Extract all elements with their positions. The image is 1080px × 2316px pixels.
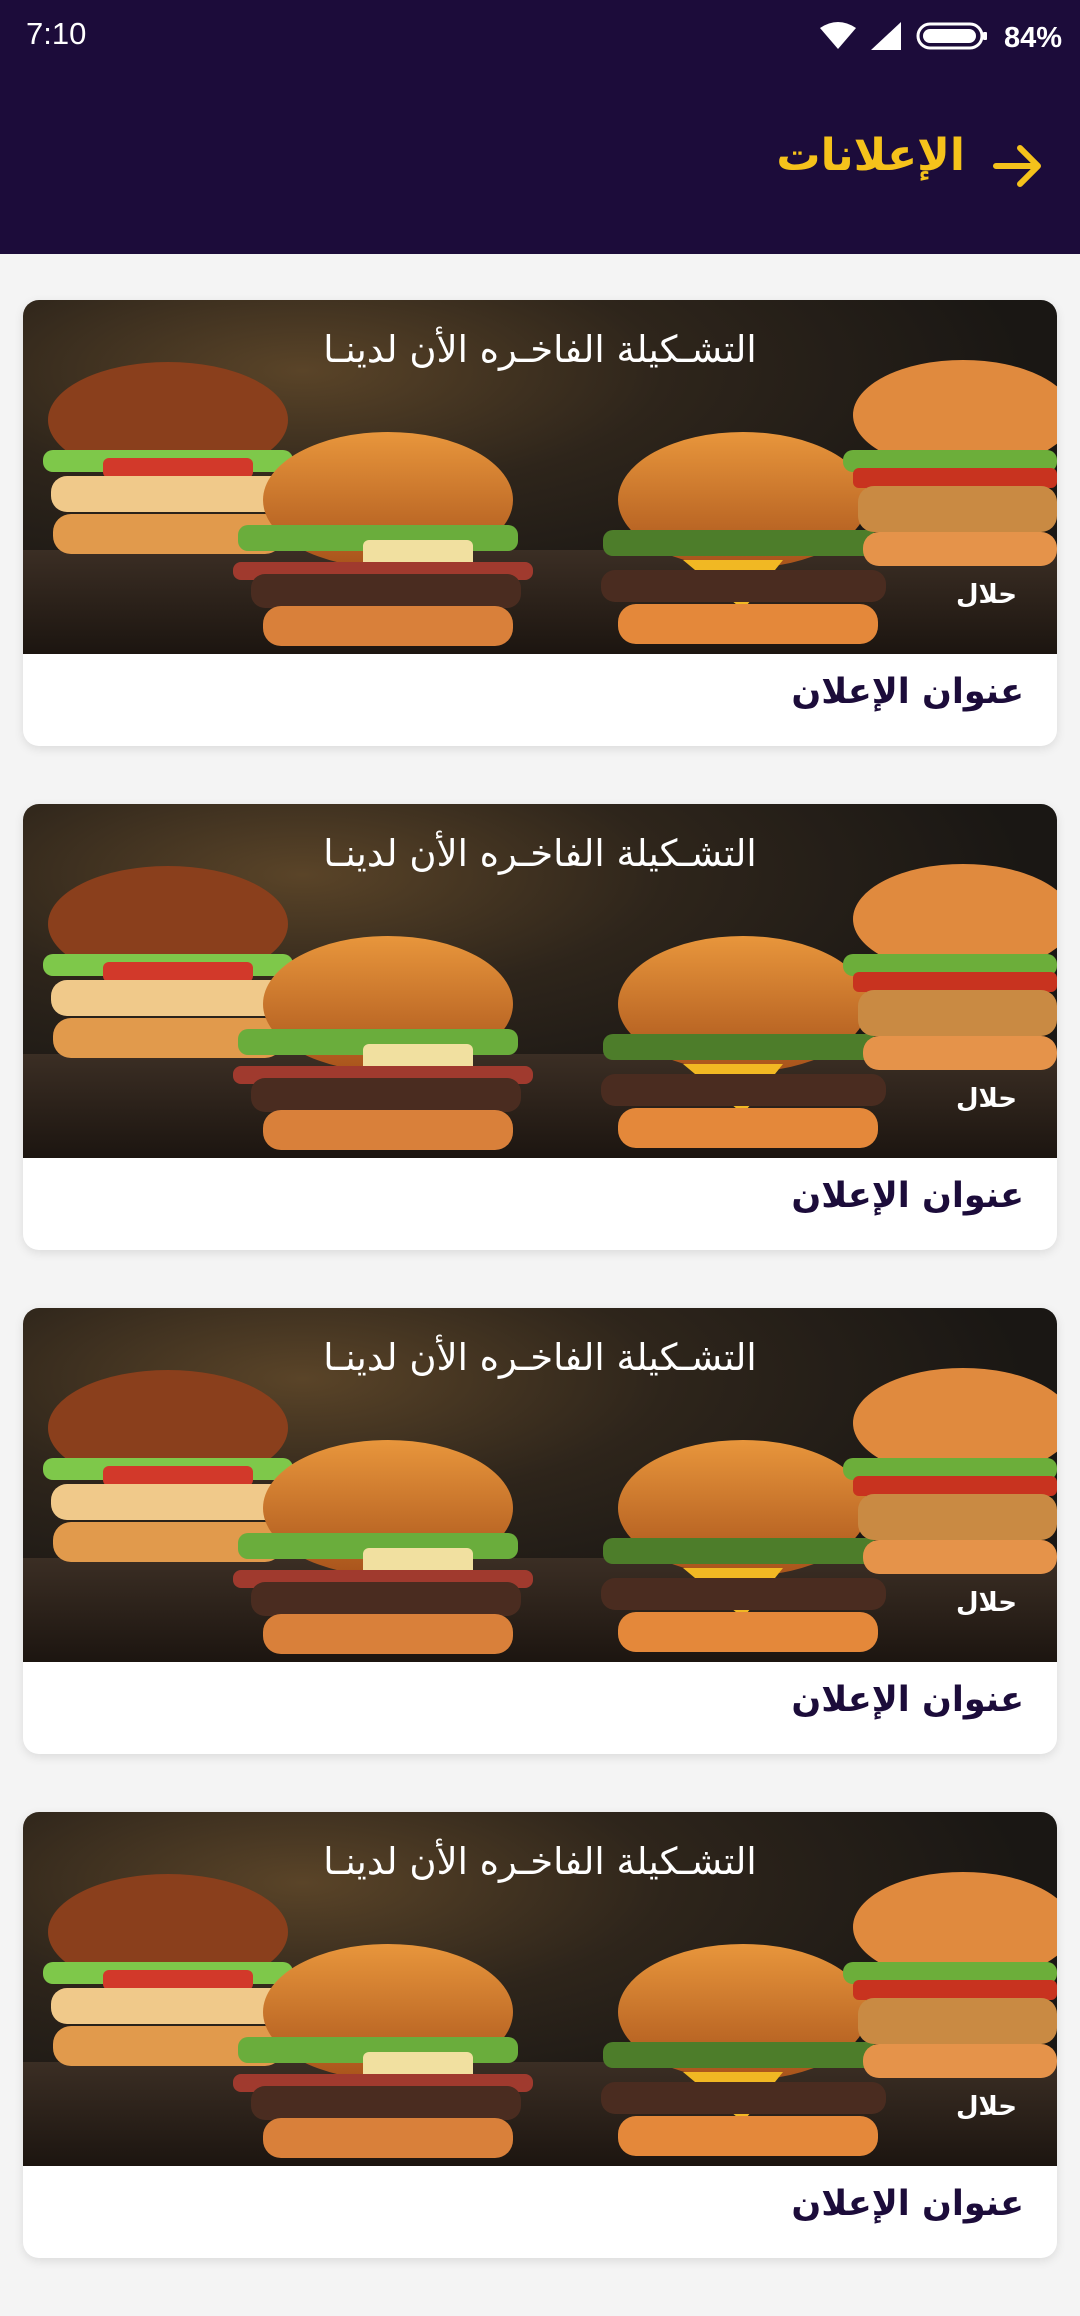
announcement-title: عنوان الإعلان	[791, 1176, 1024, 1216]
announcements-list: التشـكيلة الفاخـره الأن لدينـا حلال عنوا…	[23, 300, 1057, 2316]
halal-badge: حلال	[955, 2092, 1017, 2122]
page-title: الإعلانات	[776, 130, 965, 181]
arrow-right-icon	[993, 145, 1041, 187]
announcement-card[interactable]: التشـكيلة الفاخـره الأن لدينـا حلال عنوا…	[23, 300, 1057, 746]
wifi-icon	[819, 22, 856, 54]
announcement-title: عنوان الإعلان	[791, 1680, 1024, 1720]
announcement-card[interactable]: التشـكيلة الفاخـره الأن لدينـا حلال عنوا…	[23, 804, 1057, 1250]
banner-headline: التشـكيلة الفاخـره الأن لدينـا	[323, 1336, 757, 1379]
status-bar: 7:10 84%	[0, 0, 1080, 74]
banner-headline: التشـكيلة الفاخـره الأن لدينـا	[323, 1840, 757, 1883]
announcement-banner: التشـكيلة الفاخـره الأن لدينـا حلال	[23, 1308, 1057, 1662]
signal-icon	[870, 21, 902, 55]
status-icons: 84%	[819, 18, 1062, 58]
halal-badge: حلال	[955, 1084, 1017, 1114]
banner-headline: التشـكيلة الفاخـره الأن لدينـا	[323, 832, 757, 875]
halal-badge: حلال	[955, 1588, 1017, 1618]
announcement-title: عنوان الإعلان	[791, 672, 1024, 712]
battery-percent: 84%	[1003, 21, 1062, 54]
announcement-card[interactable]: التشـكيلة الفاخـره الأن لدينـا حلال عنوا…	[23, 1308, 1057, 1754]
announcement-banner: التشـكيلة الفاخـره الأن لدينـا حلال	[23, 804, 1057, 1158]
halal-badge: حلال	[955, 580, 1017, 610]
app-bar: الإعلانات	[0, 74, 1080, 254]
announcement-title: عنوان الإعلان	[791, 2184, 1024, 2224]
announcement-card[interactable]: التشـكيلة الفاخـره الأن لدينـا حلال عنوا…	[23, 1812, 1057, 2258]
announcement-banner: التشـكيلة الفاخـره الأن لدينـا حلال	[23, 300, 1057, 654]
battery-icon	[916, 21, 990, 55]
status-time: 7:10	[26, 16, 87, 51]
announcement-banner: التشـكيلة الفاخـره الأن لدينـا حلال	[23, 1812, 1057, 2166]
back-button[interactable]	[986, 134, 1050, 198]
banner-headline: التشـكيلة الفاخـره الأن لدينـا	[323, 328, 757, 371]
